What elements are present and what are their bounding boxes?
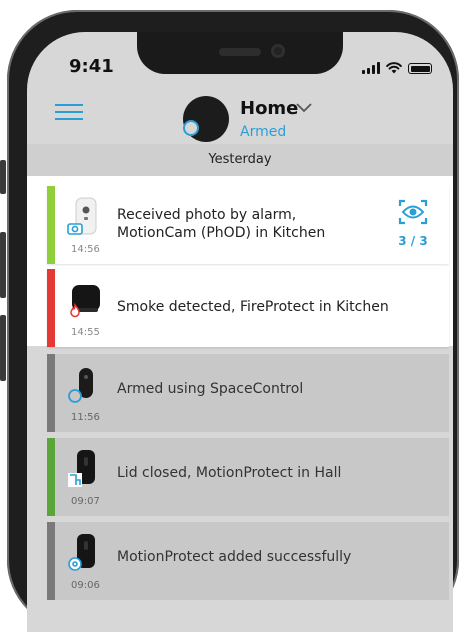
event-stripe [47, 522, 55, 600]
event-card[interactable]: 09:07 Lid closed, MotionProtect in Hall [47, 438, 449, 516]
event-time: 11:56 [71, 412, 100, 423]
status-bar: 9:41 [27, 32, 453, 90]
eye-scan-icon [398, 199, 428, 225]
battery-icon [408, 63, 432, 74]
wifi-icon [386, 62, 402, 74]
mute-switch [0, 160, 6, 194]
camera-icon [67, 223, 83, 235]
event-card[interactable]: 14:55 Smoke detected, FireProtect in Kit… [47, 269, 449, 347]
volume-up-button [0, 232, 6, 298]
date-divider: Yesterday [27, 144, 453, 176]
app-screen: 9:41 Home Armed Yesterday 14:56 Received… [27, 32, 453, 632]
notch [137, 32, 343, 74]
event-card[interactable]: 09:06 MotionProtect added successfully [47, 522, 449, 600]
event-time: 09:06 [71, 580, 100, 591]
photo-count: 3 / 3 [398, 234, 428, 248]
event-text: Lid closed, MotionProtect in Hall [117, 465, 342, 481]
event-text: Armed using SpaceControl [117, 381, 304, 397]
phone-frame: 9:41 Home Armed Yesterday 14:56 Received… [0, 10, 459, 632]
event-time: 14:56 [71, 244, 100, 255]
front-camera [271, 44, 285, 58]
event-stripe [47, 438, 55, 516]
event-text: MotionProtect added successfully [117, 549, 352, 565]
event-text: Received photo by alarm, MotionCam (PhOD… [117, 206, 325, 242]
event-stripe [47, 354, 55, 432]
armed-status-icon [183, 120, 199, 136]
event-card[interactable]: 11:56 Armed using SpaceControl [47, 354, 449, 432]
menu-icon[interactable] [55, 100, 83, 124]
app-header: Home Armed [27, 90, 453, 142]
event-card[interactable]: 14:56 Received photo by alarm, MotionCam… [47, 186, 449, 264]
event-text-line: Received photo by alarm, [117, 207, 297, 223]
status-icons [362, 62, 432, 74]
chevron-down-icon[interactable] [294, 100, 314, 116]
status-time: 9:41 [69, 56, 114, 77]
hub-state: Armed [240, 124, 287, 140]
event-time: 14:55 [71, 327, 100, 338]
settings-icon [68, 557, 82, 571]
armed-icon [68, 389, 82, 403]
signal-icon [362, 62, 380, 74]
event-time: 09:07 [71, 496, 100, 507]
volume-down-button [0, 315, 6, 381]
event-stripe [47, 186, 55, 264]
event-text-line: MotionCam (PhOD) in Kitchen [117, 225, 326, 241]
event-stripe [47, 269, 55, 347]
event-text: Smoke detected, FireProtect in Kitchen [117, 299, 389, 315]
view-photos-button[interactable]: 3 / 3 [389, 198, 437, 254]
earpiece-speaker [219, 48, 261, 56]
lid-icon [68, 473, 82, 487]
hub-name[interactable]: Home [240, 98, 298, 119]
fire-icon [70, 303, 80, 318]
